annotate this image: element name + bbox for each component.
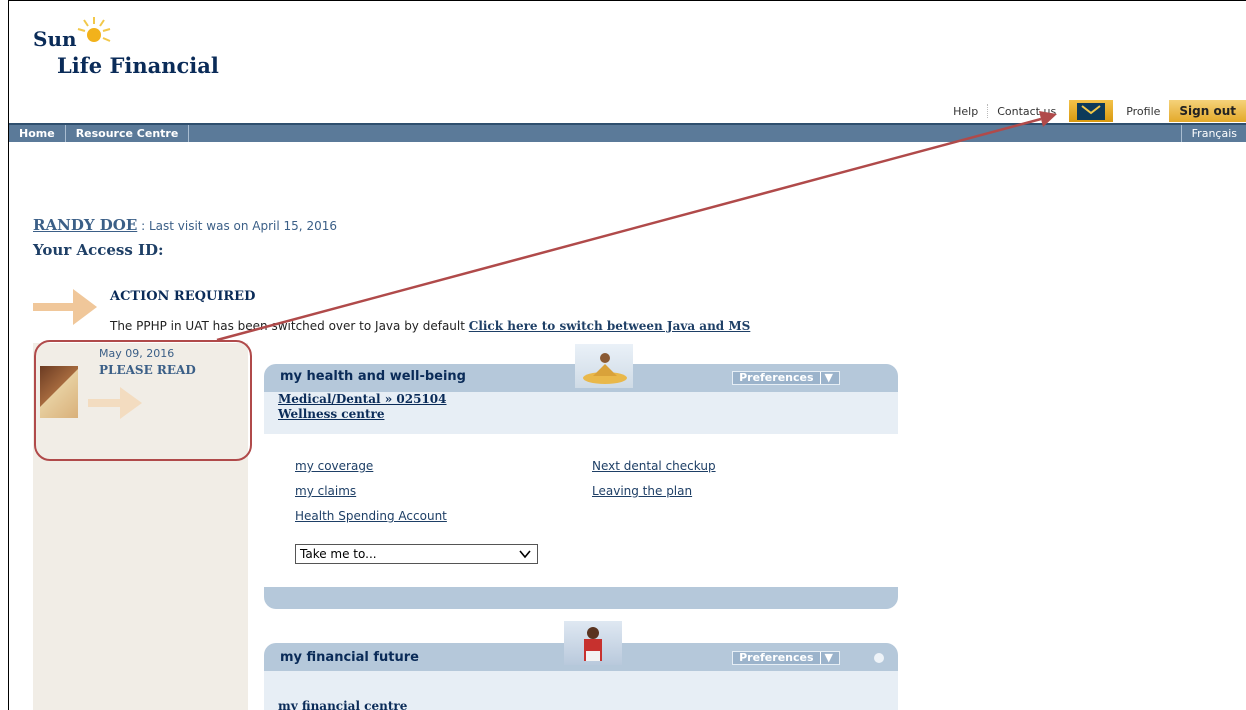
last-visit-text: : Last visit was on April 15, 2016 <box>141 219 337 233</box>
contact-us-link[interactable]: Contact us <box>988 105 1065 118</box>
access-id-label: Your Access ID: <box>33 241 164 259</box>
action-required-title: ACTION REQUIRED <box>110 289 256 304</box>
medical-dental-link[interactable]: Medical/Dental » 025104 <box>278 392 447 406</box>
yoga-photo <box>575 344 633 388</box>
next-dental-checkup-link[interactable]: Next dental checkup <box>592 459 716 473</box>
action-message-text: The PPHP in UAT has been switched over t… <box>110 319 469 333</box>
dropdown-arrow-icon: ▼ <box>819 372 833 384</box>
arrow-right-icon <box>33 289 97 325</box>
logo-text-life-financial: Life Financial <box>57 53 219 78</box>
my-claims-link[interactable]: my claims <box>295 484 356 498</box>
panel-title: my health and well-being <box>280 369 466 384</box>
language-toggle[interactable]: Français <box>1180 125 1246 142</box>
take-me-to-select[interactable]: Take me to... <box>295 544 538 564</box>
my-financial-centre-link[interactable]: my financial centre <box>278 699 407 710</box>
collapse-icon[interactable] <box>874 653 884 663</box>
panel-body: my coverage my claims Health Spending Ac… <box>264 434 898 587</box>
menu-home[interactable]: Home <box>9 125 66 142</box>
user-name-link[interactable]: RANDY DOE <box>33 216 137 234</box>
action-required-message: The PPHP in UAT has been switched over t… <box>110 319 750 333</box>
utility-nav: Help Contact us Profile Sign out <box>944 100 1246 122</box>
financial-future-panel: my financial future Preferences ▼ my fina… <box>264 621 898 710</box>
preferences-button[interactable]: Preferences ▼ <box>732 651 840 665</box>
menu-resource-centre[interactable]: Resource Centre <box>66 125 190 142</box>
annotation-callout-box <box>34 340 252 461</box>
help-link[interactable]: Help <box>944 105 987 118</box>
preferences-button[interactable]: Preferences ▼ <box>732 371 840 385</box>
panel-band: my financial centre <box>264 671 898 710</box>
switch-java-ms-link[interactable]: Click here to switch between Java and MS <box>469 319 751 333</box>
panel-header: my financial future Preferences ▼ <box>264 621 898 671</box>
panel-title: my financial future <box>280 650 419 665</box>
leaving-the-plan-link[interactable]: Leaving the plan <box>592 484 692 498</box>
chevron-down-icon <box>519 550 531 559</box>
person-photo <box>564 621 622 665</box>
sun-logo-icon <box>77 17 111 42</box>
panel-header: my health and well-being Preferences ▼ <box>264 344 898 392</box>
dropdown-arrow-icon: ▼ <box>819 652 833 664</box>
sign-out-button[interactable]: Sign out <box>1169 100 1246 122</box>
sun-life-logo[interactable]: Sun Life Financial <box>33 15 223 95</box>
mail-button[interactable] <box>1069 100 1114 122</box>
health-spending-account-link[interactable]: Health Spending Account <box>295 509 447 523</box>
user-greeting: RANDY DOE : Last visit was on April 15, … <box>33 216 337 234</box>
panel-band: Medical/Dental » 025104 Wellness centre <box>264 392 898 434</box>
my-coverage-link[interactable]: my coverage <box>295 459 373 473</box>
wellness-centre-link[interactable]: Wellness centre <box>278 407 384 421</box>
preferences-label: Preferences <box>739 371 814 384</box>
profile-link[interactable]: Profile <box>1117 105 1169 118</box>
health-wellbeing-panel: my health and well-being Preferences ▼ Me… <box>264 344 898 609</box>
select-value: Take me to... <box>300 547 377 561</box>
envelope-icon <box>1077 102 1106 120</box>
preferences-label: Preferences <box>739 651 814 664</box>
logo-text-sun: Sun <box>33 27 77 51</box>
main-menubar: Home Resource Centre Français <box>9 123 1246 142</box>
page-frame: Sun Life Financial Help Contact us Profi… <box>8 0 1246 710</box>
